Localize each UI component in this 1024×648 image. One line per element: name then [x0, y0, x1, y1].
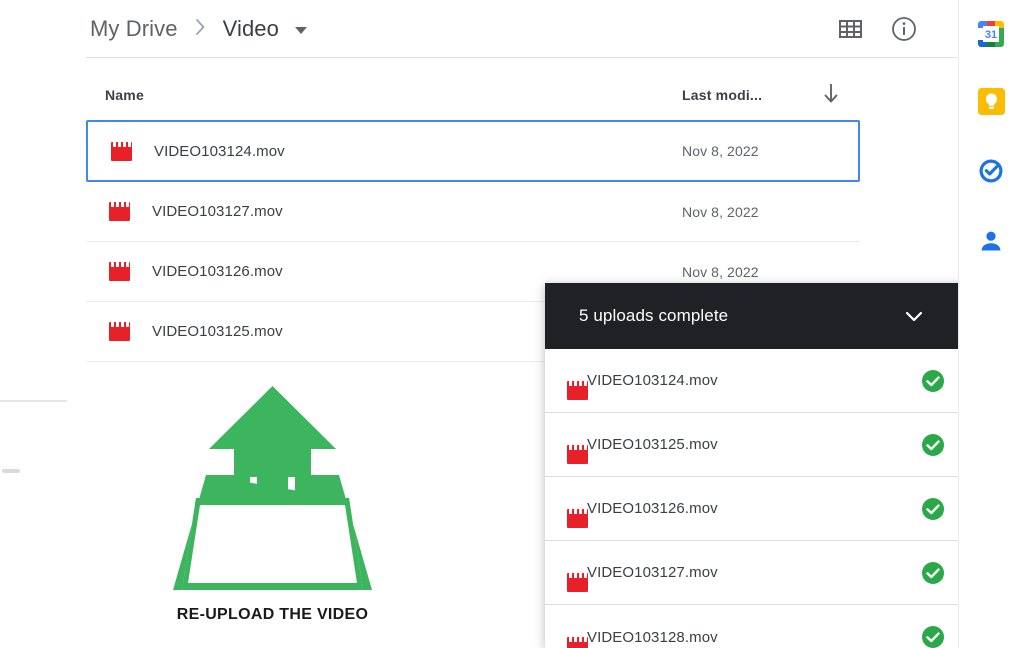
rail-divider	[958, 0, 959, 648]
placeholder-bar	[2, 469, 20, 473]
header-actions	[837, 0, 944, 57]
column-header-name[interactable]: Name	[105, 87, 144, 103]
list-item[interactable]: VIDEO103124.mov	[545, 349, 991, 413]
upload-file-name: VIDEO103127.mov	[587, 564, 718, 581]
upload-file-name: VIDEO103128.mov	[587, 629, 718, 646]
table-row[interactable]: VIDEO103124.mov Nov 8, 2022	[86, 120, 860, 182]
side-panel-rail: 31	[958, 0, 1024, 648]
breadcrumb-my-drive[interactable]: My Drive	[86, 14, 182, 44]
file-modified-date: Nov 8, 2022	[682, 264, 759, 280]
upload-file-name: VIDEO103125.mov	[587, 436, 718, 453]
drive-window: My Drive Video	[0, 0, 1024, 648]
table-row[interactable]: VIDEO103127.mov Nov 8, 2022	[86, 182, 860, 242]
chevron-down-icon[interactable]	[295, 27, 307, 34]
check-circle-icon	[921, 625, 945, 648]
list-item[interactable]: VIDEO103126.mov	[545, 477, 991, 541]
breadcrumb-separator-icon	[194, 18, 207, 40]
file-modified-date: Nov 8, 2022	[682, 204, 759, 220]
reupload-callout: RE-UPLOAD THE VIDEO	[170, 378, 375, 624]
column-header-last-modified[interactable]: Last modi...	[682, 87, 762, 103]
file-name: VIDEO103124.mov	[154, 143, 285, 160]
page-divider	[0, 400, 67, 402]
svg-text:31: 31	[985, 29, 997, 41]
upload-file-name: VIDEO103124.mov	[587, 372, 718, 389]
file-name: VIDEO103126.mov	[152, 263, 283, 280]
file-name: VIDEO103127.mov	[152, 203, 283, 220]
upload-file-name: VIDEO103126.mov	[587, 500, 718, 517]
check-circle-icon	[921, 497, 945, 521]
google-calendar-icon[interactable]: 31	[975, 18, 1007, 50]
breadcrumb: My Drive Video	[86, 14, 307, 44]
movie-file-icon	[86, 262, 152, 281]
file-name: VIDEO103125.mov	[152, 323, 283, 340]
list-item[interactable]: VIDEO103127.mov	[545, 541, 991, 605]
check-circle-icon	[921, 369, 945, 393]
google-tasks-icon[interactable]	[975, 155, 1007, 187]
info-circle-icon[interactable]	[891, 16, 917, 42]
chevron-down-icon[interactable]	[901, 303, 927, 329]
upload-list: VIDEO103124.mov	[545, 349, 991, 648]
drive-header: My Drive Video	[86, 0, 944, 57]
upload-panel-header: 5 uploads complete	[545, 283, 1004, 349]
grid-view-icon[interactable]	[837, 16, 863, 42]
file-modified-date: Nov 8, 2022	[682, 143, 759, 159]
movie-file-icon	[88, 142, 154, 161]
upload-panel-title: 5 uploads complete	[579, 306, 728, 326]
movie-file-icon	[86, 322, 152, 341]
upload-panel-body: VIDEO103124.mov	[545, 349, 1004, 648]
google-contacts-icon[interactable]	[975, 225, 1007, 257]
movie-file-icon	[86, 202, 152, 221]
check-circle-icon	[921, 433, 945, 457]
google-keep-icon[interactable]	[975, 85, 1007, 117]
reupload-caption: RE-UPLOAD THE VIDEO	[170, 606, 375, 624]
list-item[interactable]: VIDEO103125.mov	[545, 413, 991, 477]
upload-status-panel: 5 uploads complete	[545, 283, 1004, 648]
breadcrumb-current-folder[interactable]: Video	[219, 14, 283, 44]
file-list-column-headers: Name Last modi...	[86, 58, 944, 120]
list-item[interactable]: VIDEO103128.mov	[545, 605, 991, 648]
arrow-down-icon[interactable]	[821, 82, 841, 109]
check-circle-icon	[921, 561, 945, 585]
upload-tray-icon	[170, 580, 375, 597]
